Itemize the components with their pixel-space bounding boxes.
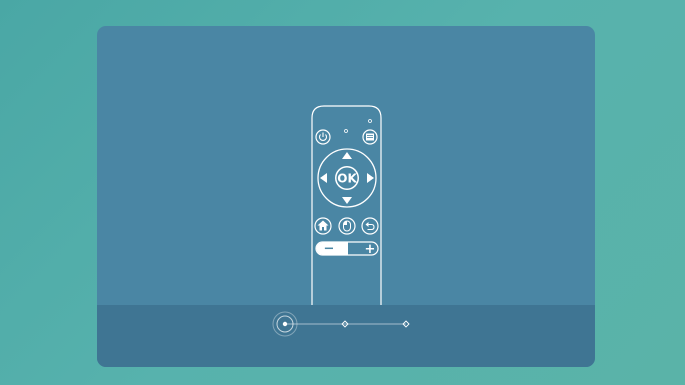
tutorial-footer bbox=[97, 305, 595, 367]
arrow-left-icon[interactable] bbox=[320, 173, 327, 183]
arrow-up-icon[interactable] bbox=[342, 152, 352, 159]
step-pager bbox=[272, 311, 410, 337]
menu-icon bbox=[366, 133, 374, 141]
back-icon bbox=[365, 222, 375, 231]
tutorial-panel: OK − + bbox=[97, 26, 595, 367]
mouse-icon bbox=[343, 220, 351, 232]
mouse-button[interactable] bbox=[338, 217, 356, 235]
ok-label: OK bbox=[337, 172, 357, 186]
ir-sensor-dot bbox=[344, 129, 348, 133]
volume-down-button[interactable]: − bbox=[324, 242, 335, 257]
arrow-down-icon[interactable] bbox=[342, 197, 352, 204]
volume-rocker[interactable]: − + bbox=[315, 241, 379, 258]
back-button[interactable] bbox=[361, 217, 379, 235]
volume-up-button[interactable]: + bbox=[365, 242, 376, 257]
step-1-active[interactable] bbox=[272, 311, 298, 337]
ok-button[interactable]: OK bbox=[335, 166, 359, 190]
home-icon bbox=[317, 220, 329, 231]
power-icon bbox=[318, 132, 328, 141]
arrow-right-icon[interactable] bbox=[367, 173, 374, 183]
menu-button[interactable] bbox=[362, 129, 378, 145]
home-button[interactable] bbox=[314, 217, 332, 235]
indicator-dot bbox=[368, 119, 372, 123]
power-button[interactable] bbox=[315, 129, 331, 145]
